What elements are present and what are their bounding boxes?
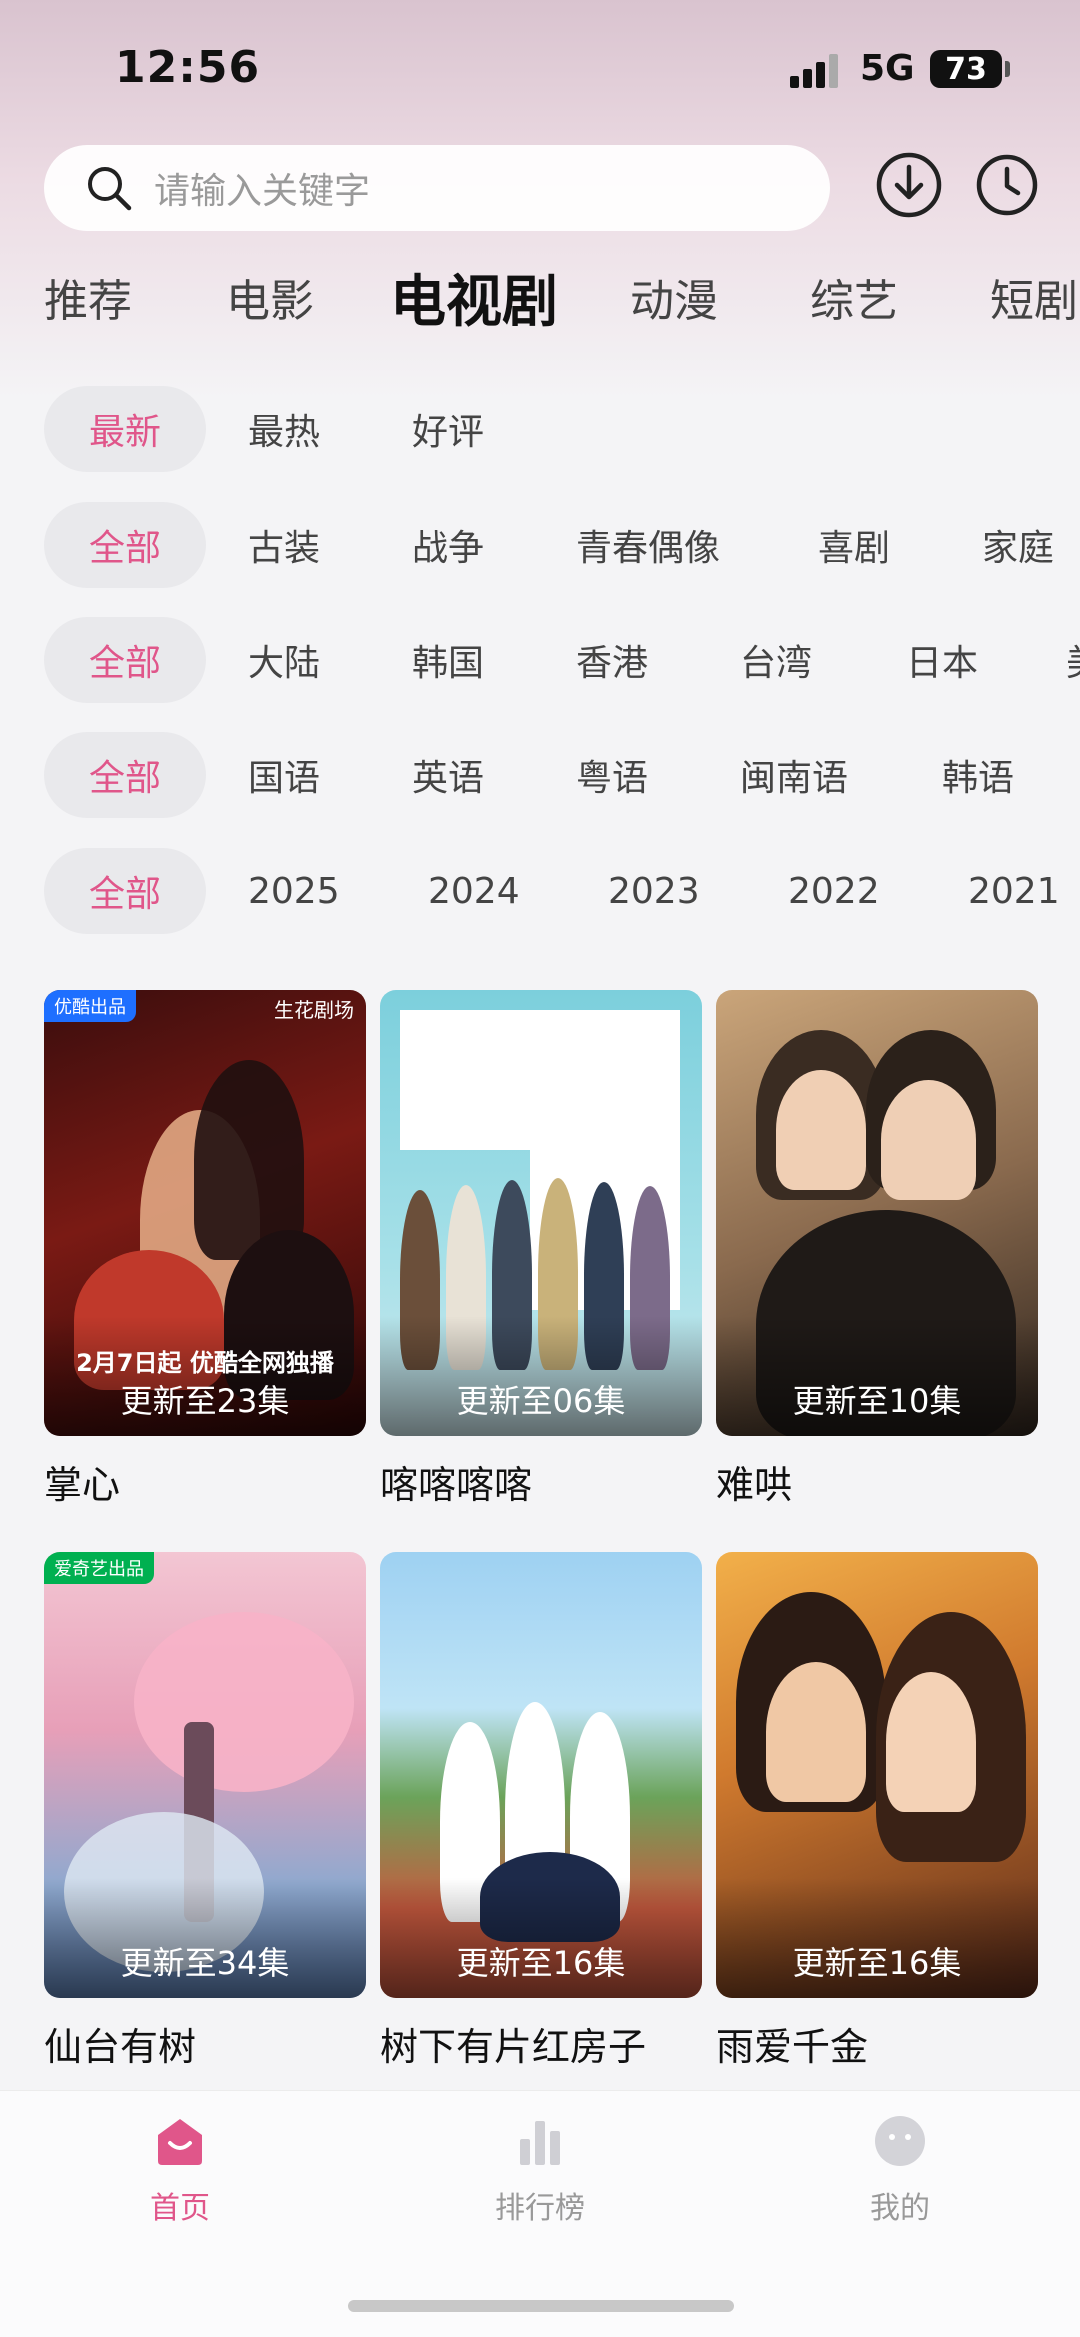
filter-genre-comedy[interactable]: 喜剧: [818, 502, 890, 588]
show-title: 掌心: [44, 1463, 121, 1507]
update-status: 更新至16集: [456, 1944, 626, 1982]
download-icon[interactable]: [874, 150, 944, 220]
show-card[interactable]: 更新至16集 雨爱千金: [716, 1552, 1038, 2071]
update-status: 更新至06集: [456, 1382, 626, 1420]
show-title: 喀喀喀喀: [380, 1463, 533, 1507]
signal-icon: [790, 54, 842, 88]
nav-home-label: 首页: [150, 2191, 210, 2226]
poster-badge: 优酷出品: [44, 990, 136, 1022]
filter-sort-rating[interactable]: 好评: [412, 386, 484, 472]
filter-region-korea[interactable]: 韩国: [412, 617, 484, 703]
show-card[interactable]: 更新至16集 树下有片红房子: [380, 1552, 702, 2071]
filter-row-year: 全部 2025 2024 2023 2022 2021: [0, 848, 1080, 934]
tab-tv-series[interactable]: 电视剧: [390, 257, 558, 338]
show-card[interactable]: 优酷出品 生花剧场 2月7日起 优酷全网独播 更新至23集 掌心: [44, 990, 366, 1509]
show-poster: 更新至06集: [380, 990, 702, 1436]
filter-sort-latest[interactable]: 最新: [44, 386, 206, 472]
filter-region-japan[interactable]: 日本: [906, 617, 978, 703]
tab-movie[interactable]: 电影: [226, 265, 314, 329]
ranking-icon: [520, 2121, 560, 2165]
filter-region-hongkong[interactable]: 香港: [576, 617, 648, 703]
show-poster: 更新至16集: [380, 1552, 702, 1998]
show-card[interactable]: 更新至06集 喀喀喀喀: [380, 990, 702, 1509]
filter-year-2025[interactable]: 2025: [248, 848, 340, 934]
filter-region-taiwan[interactable]: 台湾: [740, 617, 812, 703]
filter-sort-hot[interactable]: 最热: [248, 386, 320, 472]
filter-row-language: 全部 国语 英语 粤语 闽南语 韩语: [0, 732, 1080, 818]
filter-language-minnan[interactable]: 闽南语: [740, 732, 848, 818]
home-icon: [158, 2119, 202, 2165]
show-title: 雨爱千金: [716, 2025, 869, 2069]
show-poster: 爱奇艺出品 更新至34集: [44, 1552, 366, 1998]
search-input[interactable]: 请输入关键字: [44, 145, 830, 231]
app-screen: 12:56 5G 73 请输入关键字 推荐 电影 电视剧 动漫 综艺 短剧 最新…: [0, 0, 1080, 2337]
filter-year-2023[interactable]: 2023: [608, 848, 700, 934]
battery-tip: [1005, 61, 1010, 77]
battery-icon: 73: [930, 50, 1002, 88]
filter-language-cantonese[interactable]: 粤语: [576, 732, 648, 818]
network-type: 5G: [860, 48, 915, 89]
tab-short-drama[interactable]: 短剧: [990, 265, 1078, 329]
home-indicator: [348, 2300, 734, 2312]
show-poster: 更新至10集: [716, 990, 1038, 1436]
filter-region-usa[interactable]: 美: [1066, 617, 1080, 703]
search-icon: [88, 167, 132, 211]
show-title: 难哄: [716, 1463, 793, 1507]
show-card[interactable]: 更新至10集 难哄: [716, 990, 1038, 1509]
filter-year-all[interactable]: 全部: [44, 848, 206, 934]
poster-badge: 爱奇艺出品: [44, 1552, 154, 1584]
filter-year-2021[interactable]: 2021: [968, 848, 1060, 934]
poster-corner-text: 生花剧场: [274, 998, 354, 1022]
status-time: 12:56: [115, 42, 261, 93]
update-status: 更新至34集: [120, 1944, 290, 1982]
show-poster: 更新至16集: [716, 1552, 1038, 1998]
show-card[interactable]: 爱奇艺出品 更新至34集 仙台有树: [44, 1552, 366, 2071]
filter-row-genre: 全部 古装 战争 青春偶像 喜剧 家庭: [0, 502, 1080, 588]
status-bar: 12:56 5G 73: [0, 0, 1080, 130]
category-tabs: 推荐 电影 电视剧 动漫 综艺 短剧: [0, 265, 1080, 355]
filter-language-korean[interactable]: 韩语: [942, 732, 1014, 818]
search-placeholder: 请输入关键字: [154, 171, 371, 212]
filter-genre-all[interactable]: 全部: [44, 502, 206, 588]
show-title: 仙台有树: [44, 2025, 197, 2069]
filter-language-english[interactable]: 英语: [412, 732, 484, 818]
tab-anime[interactable]: 动漫: [630, 265, 718, 329]
filter-year-2022[interactable]: 2022: [788, 848, 880, 934]
filter-genre-youth[interactable]: 青春偶像: [576, 502, 720, 588]
history-icon[interactable]: [972, 150, 1042, 220]
filter-genre-costume[interactable]: 古装: [248, 502, 320, 588]
tab-variety[interactable]: 综艺: [810, 265, 898, 329]
profile-icon: [875, 2116, 925, 2166]
nav-home[interactable]: 首页: [80, 2113, 280, 2227]
filter-genre-war[interactable]: 战争: [412, 502, 484, 588]
poster-release-text: 2月7日起 优酷全网独播: [76, 1349, 334, 1377]
show-title: 树下有片红房子: [380, 2025, 647, 2069]
update-status: 更新至16集: [792, 1944, 962, 1982]
nav-ranking-label: 排行榜: [495, 2191, 585, 2226]
nav-ranking[interactable]: 排行榜: [440, 2113, 640, 2227]
filter-year-2024[interactable]: 2024: [428, 848, 520, 934]
update-status: 更新至23集: [120, 1382, 290, 1420]
nav-profile[interactable]: 我的: [800, 2113, 1000, 2227]
filter-region-all[interactable]: 全部: [44, 617, 206, 703]
filter-language-all[interactable]: 全部: [44, 732, 206, 818]
battery-level: 73: [945, 51, 987, 87]
filter-language-mandarin[interactable]: 国语: [248, 732, 320, 818]
update-status: 更新至10集: [792, 1382, 962, 1420]
show-poster: 优酷出品 生花剧场 2月7日起 优酷全网独播 更新至23集: [44, 990, 366, 1436]
nav-profile-label: 我的: [870, 2191, 930, 2226]
filter-row-sort: 最新 最热 好评: [0, 386, 1080, 472]
filter-region-mainland[interactable]: 大陆: [248, 617, 320, 703]
filter-genre-family[interactable]: 家庭: [982, 502, 1054, 588]
tab-recommend[interactable]: 推荐: [44, 265, 132, 329]
filter-row-region: 全部 大陆 韩国 香港 台湾 日本 美: [0, 617, 1080, 703]
